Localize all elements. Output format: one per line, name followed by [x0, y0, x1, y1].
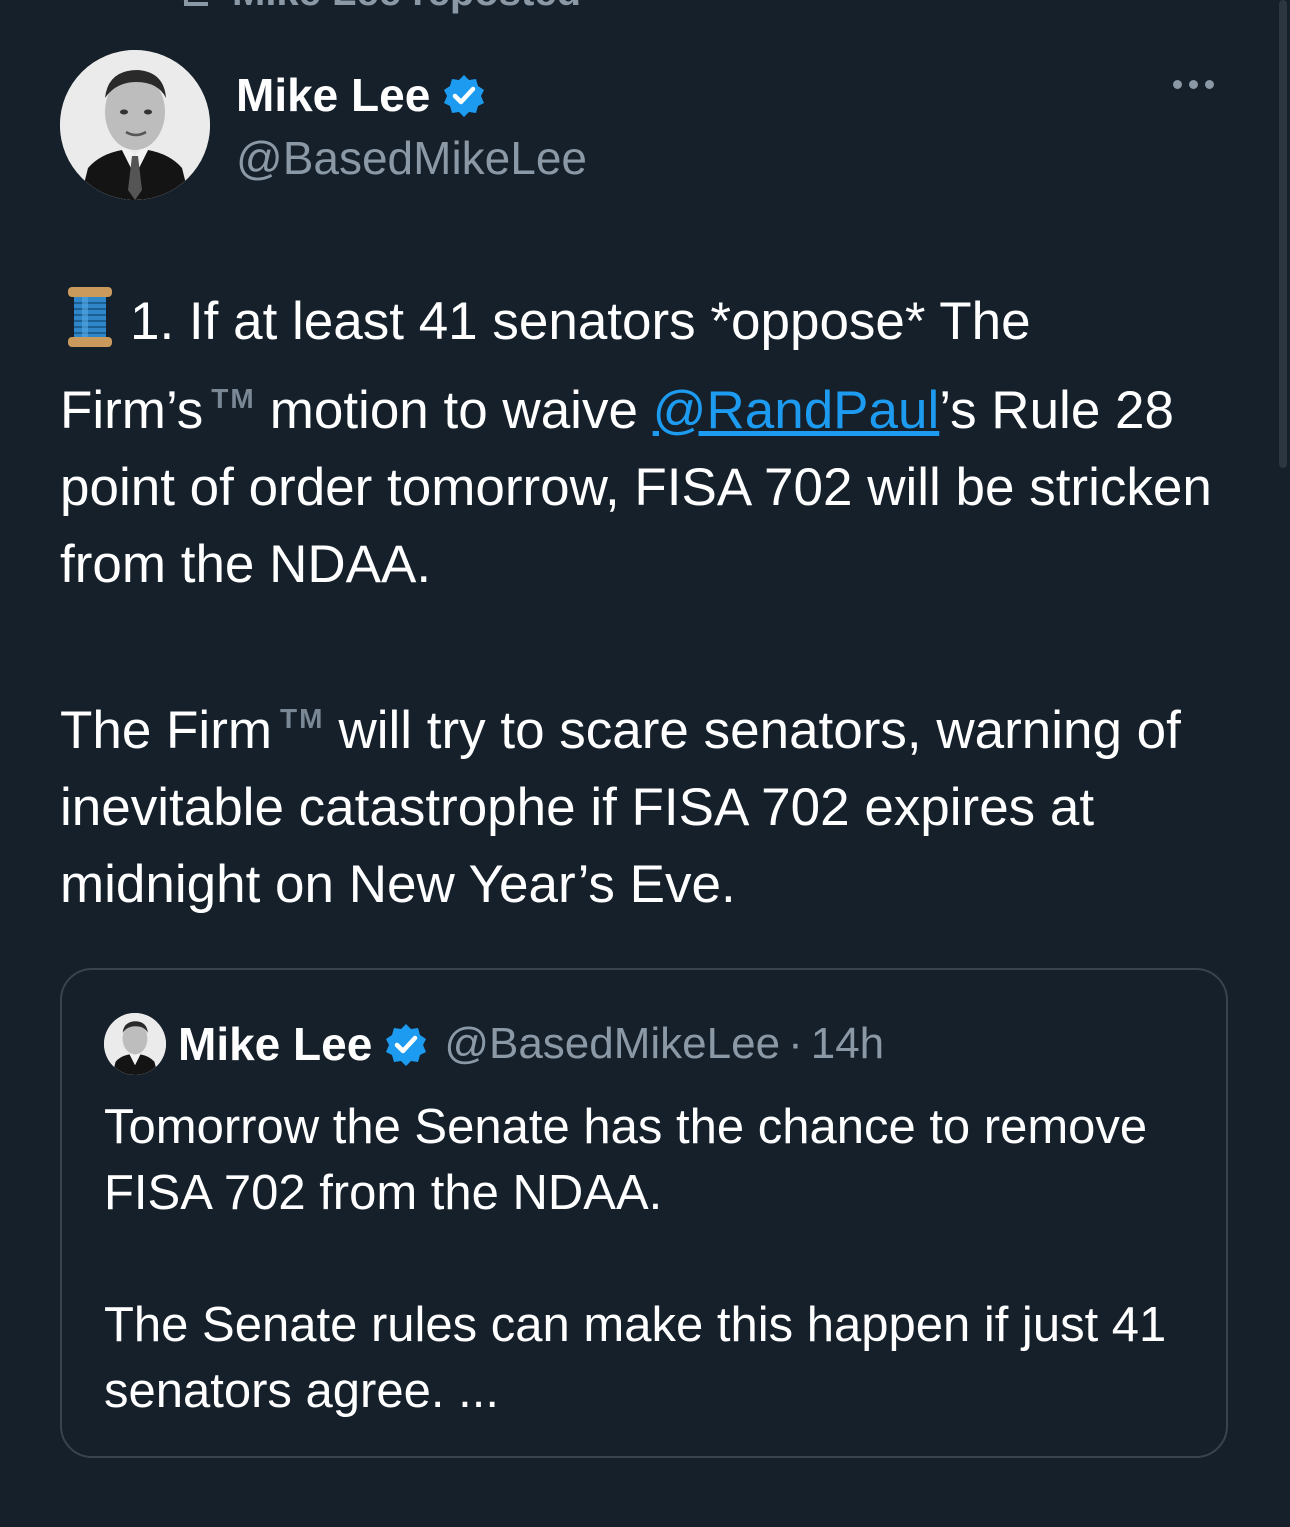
tweet-paragraph-1: 1. If at least 41 senators *oppose* The …	[60, 283, 1235, 603]
tweet-text-segment: The Firm	[60, 701, 272, 760]
quoted-timestamp[interactable]: 14h	[811, 1019, 884, 1069]
scrollbar[interactable]	[1276, 0, 1290, 470]
repost-label: Mike Lee reposted	[232, 0, 581, 15]
quoted-author-name: Mike Lee	[178, 1018, 373, 1070]
separator-dot: ·	[788, 1019, 803, 1068]
more-dot	[1205, 80, 1214, 89]
trademark-mark: TM	[211, 383, 256, 414]
scrollbar-thumb[interactable]	[1279, 0, 1287, 468]
more-dot	[1189, 80, 1198, 89]
tweet-page: Mike Lee reposted Mike Lee @BasedMikeLee	[0, 0, 1290, 1527]
more-options-icon[interactable]	[1167, 74, 1220, 95]
quoted-paragraph-2: The Senate rules can make this happen if…	[104, 1298, 1167, 1418]
author-avatar[interactable]	[60, 50, 210, 200]
quoted-paragraph-1: Tomorrow the Senate has the chance to re…	[104, 1100, 1148, 1220]
trademark-mark: TM	[280, 703, 325, 734]
quoted-tweet-header: Mike Lee @BasedMikeLee · 14h	[104, 1013, 884, 1075]
repost-icon	[182, 0, 208, 6]
spool-of-thread-emoji	[68, 287, 112, 347]
tweet-body: 1. If at least 41 senators *oppose* The …	[60, 283, 1235, 923]
mention-link[interactable]: @RandPaul	[653, 381, 940, 440]
avatar-image	[104, 1013, 166, 1075]
tweet-paragraph-2: The Firm TM will try to scare senators, wa…	[60, 680, 1235, 923]
author-handle[interactable]: @BasedMikeLee	[236, 128, 587, 188]
quoted-tweet-body: Tomorrow the Senate has the chance to re…	[104, 1094, 1184, 1424]
repost-header[interactable]: Mike Lee reposted	[168, 0, 581, 18]
tweet-text-segment: motion to waive	[269, 381, 638, 440]
verified-badge-icon	[444, 75, 485, 117]
quoted-author-handle: @BasedMikeLee	[444, 1019, 781, 1068]
verified-badge-icon	[386, 1024, 427, 1066]
author-name[interactable]: Mike Lee	[236, 68, 430, 122]
more-dot	[1173, 80, 1182, 89]
author-info: Mike Lee @BasedMikeLee	[236, 62, 587, 188]
avatar-image	[60, 50, 210, 200]
quoted-tweet-card[interactable]: Mike Lee @BasedMikeLee · 14h Tomorrow th…	[60, 968, 1228, 1458]
quoted-author-avatar[interactable]	[104, 1013, 166, 1075]
